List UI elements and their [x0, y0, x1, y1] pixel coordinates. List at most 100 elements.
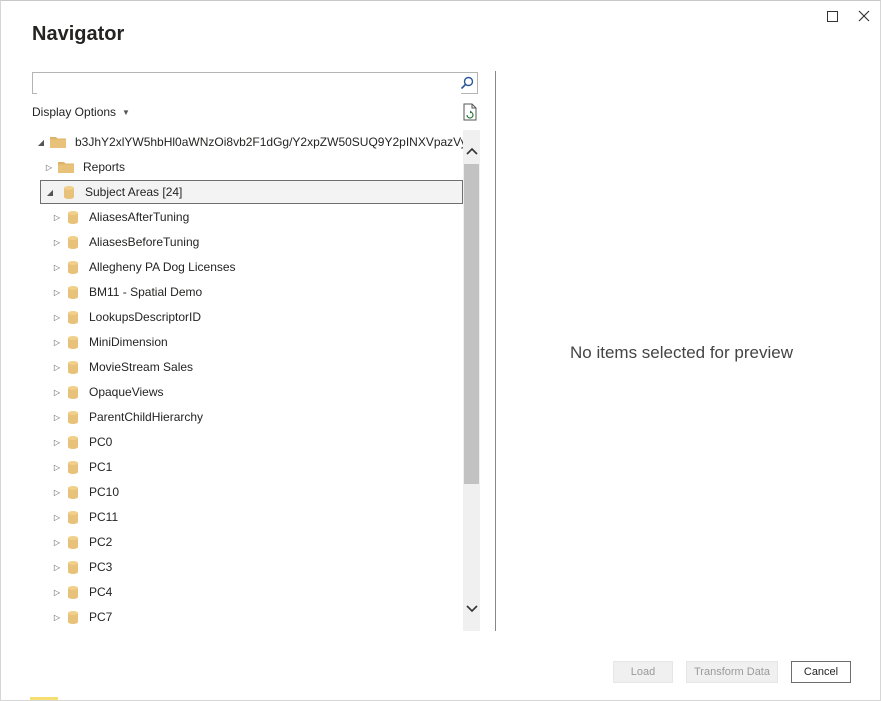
tree-node-label: Reports	[83, 160, 126, 174]
tree-node-label: Subject Areas [24]	[85, 185, 183, 199]
collapse-icon[interactable]: ◢	[36, 137, 46, 147]
database-icon	[68, 435, 78, 449]
cancel-button[interactable]: Cancel	[791, 661, 851, 683]
database-icon	[68, 560, 78, 574]
maximize-icon	[826, 10, 838, 22]
scrollbar-thumb[interactable]	[464, 164, 479, 484]
chevron-down-icon	[465, 604, 478, 612]
list-item[interactable]: ▷ BM11 - Spatial Demo	[32, 280, 202, 304]
scroll-down-button[interactable]	[463, 600, 480, 617]
display-options-label: Display Options	[32, 105, 117, 119]
list-item[interactable]: ▷ MovieStream Sales	[32, 355, 193, 379]
expand-icon[interactable]: ▷	[52, 412, 62, 422]
search-input[interactable]	[37, 74, 461, 94]
list-item[interactable]: ▷ MiniDimension	[32, 330, 168, 354]
database-icon	[68, 360, 78, 374]
scroll-up-button[interactable]	[463, 142, 480, 159]
list-item[interactable]: ▷ PC10	[32, 480, 119, 504]
expand-icon[interactable]: ▷	[52, 562, 62, 572]
database-icon	[68, 610, 78, 624]
list-item-label: PC0	[89, 435, 113, 449]
database-icon	[68, 285, 78, 299]
list-item-label: ParentChildHierarchy	[89, 410, 204, 424]
list-item[interactable]: ▷ PC4	[32, 580, 112, 604]
expand-icon[interactable]: ▷	[52, 462, 62, 472]
list-item-label: MiniDimension	[89, 335, 168, 349]
navigator-tree: ◢ b3JhY2xlYW5hbHl0aWNzOi8vb2F1dGg/Y2xpZW…	[32, 130, 463, 631]
refresh-document-icon[interactable]	[462, 103, 478, 121]
database-icon	[68, 385, 78, 399]
list-item[interactable]: ▷ PC2	[32, 530, 112, 554]
database-icon	[68, 260, 78, 274]
database-icon	[68, 335, 78, 349]
expand-icon[interactable]: ▷	[52, 362, 62, 372]
expand-icon[interactable]: ▷	[52, 487, 62, 497]
database-icon	[68, 210, 78, 224]
folder-icon	[50, 136, 66, 148]
list-item-label: BM11 - Spatial Demo	[89, 285, 203, 299]
tree-root-node[interactable]: ◢ b3JhY2xlYW5hbHl0aWNzOi8vb2F1dGg/Y2xpZW…	[32, 130, 463, 154]
database-icon	[68, 585, 78, 599]
expand-icon[interactable]: ▷	[52, 437, 62, 447]
list-item-label: PC11	[89, 510, 119, 524]
tree-node-subject-areas[interactable]: ◢ Subject Areas [24]	[40, 180, 463, 204]
list-item-label: PC10	[89, 485, 120, 499]
expand-icon[interactable]: ▷	[52, 212, 62, 222]
list-item[interactable]: ▷ OpaqueViews	[32, 380, 164, 404]
database-icon	[68, 310, 78, 324]
folder-icon	[58, 161, 74, 173]
search-box[interactable]	[32, 72, 478, 94]
expand-icon[interactable]: ▷	[52, 237, 62, 247]
display-options-dropdown[interactable]: Display Options ▼	[32, 105, 130, 119]
expand-icon[interactable]: ▷	[52, 587, 62, 597]
list-item-label: PC4	[89, 585, 113, 599]
collapse-icon[interactable]: ◢	[45, 187, 55, 197]
expand-icon[interactable]: ▷	[44, 162, 54, 172]
database-icon	[68, 410, 78, 424]
transform-data-button[interactable]: Transform Data	[686, 661, 778, 683]
list-item[interactable]: ▷ LookupsDescriptorID	[32, 305, 201, 329]
list-item-label: OpaqueViews	[89, 385, 164, 399]
dialog-title: Navigator	[32, 23, 125, 45]
load-button[interactable]: Load	[613, 661, 673, 683]
expand-icon[interactable]: ▷	[52, 287, 62, 297]
chevron-up-icon	[465, 147, 478, 155]
list-item-label: PC2	[89, 535, 113, 549]
expand-icon[interactable]: ▷	[52, 387, 62, 397]
list-item-label: MovieStream Sales	[89, 360, 194, 374]
preview-empty-message: No items selected for preview	[570, 343, 793, 362]
list-item[interactable]: ▷ ParentChildHierarchy	[32, 405, 203, 429]
database-icon	[68, 485, 78, 499]
close-button[interactable]	[854, 7, 874, 25]
list-item-label: AliasesAfterTuning	[89, 210, 190, 224]
database-icon	[64, 185, 74, 199]
search-icon[interactable]	[460, 76, 474, 90]
navigator-dialog: Navigator Display Options ▼ ◢ b3JhY2xlYW…	[0, 0, 881, 701]
database-icon	[68, 460, 78, 474]
expand-icon[interactable]: ▷	[52, 612, 62, 622]
list-item[interactable]: ▷ PC7	[32, 605, 112, 629]
tree-node-reports[interactable]: ▷ Reports	[32, 155, 125, 179]
list-item[interactable]: ▷ PC11	[32, 505, 118, 529]
list-item-label: LookupsDescriptorID	[89, 310, 202, 324]
expand-icon[interactable]: ▷	[52, 337, 62, 347]
list-item-label: PC1	[89, 460, 113, 474]
list-item[interactable]: ▷ PC0	[32, 430, 112, 454]
list-item-label: PC7	[89, 610, 113, 624]
chevron-down-icon: ▼	[122, 107, 130, 117]
list-item[interactable]: ▷ AliasesAfterTuning	[32, 205, 189, 229]
list-item[interactable]: ▷ PC1	[32, 455, 112, 479]
tree-scrollbar[interactable]	[463, 130, 480, 631]
expand-icon[interactable]: ▷	[52, 262, 62, 272]
close-icon	[858, 10, 870, 22]
expand-icon[interactable]: ▷	[52, 512, 62, 522]
database-icon	[68, 535, 78, 549]
expand-icon[interactable]: ▷	[52, 312, 62, 322]
maximize-button[interactable]	[822, 7, 842, 25]
expand-icon[interactable]: ▷	[52, 537, 62, 547]
list-item[interactable]: ▷ Allegheny PA Dog Licenses	[32, 255, 236, 279]
tree-root-label: b3JhY2xlYW5hbHl0aWNzOi8vb2F1dGg/Y2xpZW50…	[75, 135, 463, 149]
list-item-label: AliasesBeforeTuning	[89, 235, 200, 249]
list-item[interactable]: ▷ PC3	[32, 555, 112, 579]
list-item[interactable]: ▷ AliasesBeforeTuning	[32, 230, 199, 254]
